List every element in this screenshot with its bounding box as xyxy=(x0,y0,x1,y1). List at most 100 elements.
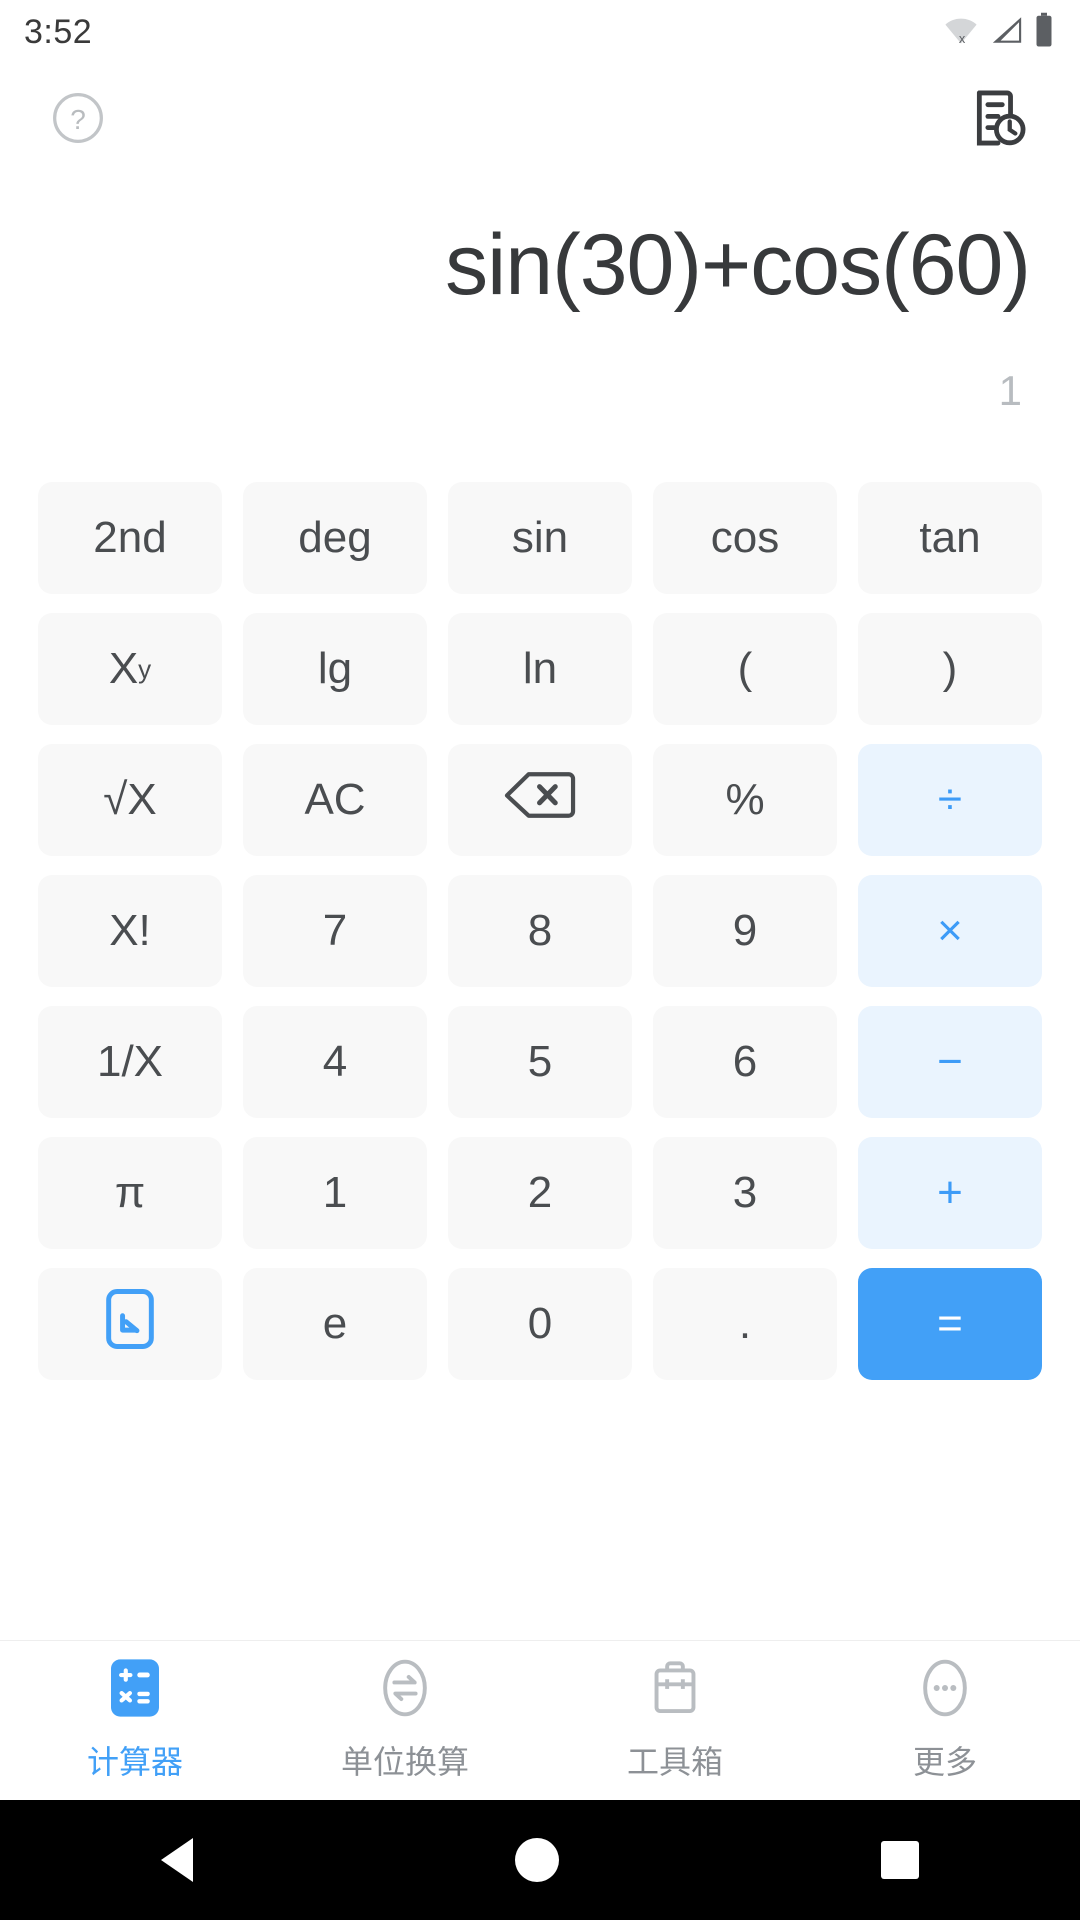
key-factorial[interactable]: X! xyxy=(38,875,222,987)
key-label: deg xyxy=(298,513,372,562)
key-sin[interactable]: sin xyxy=(448,482,632,594)
key-cos[interactable]: cos xyxy=(653,482,837,594)
key-2[interactable]: 2 xyxy=(448,1137,632,1249)
svg-text:x: x xyxy=(959,30,966,45)
key-label: − xyxy=(937,1037,963,1086)
wifi-off-icon: x xyxy=(942,13,980,52)
key-deg[interactable]: deg xyxy=(243,482,427,594)
key-label: ( xyxy=(737,644,753,693)
key-0[interactable]: 0 xyxy=(448,1268,632,1380)
backspace-icon xyxy=(503,770,577,831)
key-4[interactable]: 4 xyxy=(243,1006,427,1118)
key-label: cos xyxy=(710,513,780,562)
key-lg[interactable]: lg xyxy=(243,613,427,725)
key-label: 1/X xyxy=(96,1037,164,1086)
keypad: 2nd deg sin cos tan Xy lg ln () √X AC% ÷ X! 7 8 9 × 1/X 4 5… xyxy=(0,476,1080,1380)
key-label: sin xyxy=(511,513,569,562)
key-ln[interactable]: ln xyxy=(448,613,632,725)
key-pi[interactable]: π xyxy=(38,1137,222,1249)
key-label: ) xyxy=(942,644,958,693)
nav-calculator[interactable]: 计算器 xyxy=(0,1658,270,1783)
calculator-icon xyxy=(108,1658,162,1723)
key-label: X xyxy=(108,644,139,693)
convert-icon xyxy=(378,1658,432,1723)
app-screen: 3:52 x ? sin(30)+cos(60) 1 2nd deg sin c… xyxy=(0,0,1080,1920)
recents-square-icon[interactable] xyxy=(881,1841,919,1879)
nav-label: 工具箱 xyxy=(626,1744,723,1780)
history-document-icon[interactable] xyxy=(966,86,1030,155)
key-label: 8 xyxy=(527,906,553,955)
key-label: π xyxy=(114,1168,146,1217)
status-bar: 3:52 x xyxy=(0,0,1080,64)
nav-toolbox[interactable]: 工具箱 xyxy=(540,1658,810,1783)
cellular-signal-icon xyxy=(990,13,1024,52)
key-9[interactable]: 9 xyxy=(653,875,837,987)
system-navigation-bar xyxy=(0,1800,1080,1920)
action-bar: ? xyxy=(0,64,1080,176)
key-label: 3 xyxy=(732,1168,758,1217)
key-label: 0 xyxy=(527,1299,553,1348)
key-label: AC xyxy=(304,775,366,824)
nav-label: 计算器 xyxy=(86,1744,183,1780)
key-2nd[interactable]: 2nd xyxy=(38,482,222,594)
key-label: 7 xyxy=(322,906,348,955)
key-multiply[interactable]: × xyxy=(858,875,1042,987)
more-dots-icon xyxy=(918,1658,972,1723)
nav-label: 单位换算 xyxy=(340,1744,469,1780)
result-text: 1 xyxy=(998,366,1022,414)
back-triangle-icon[interactable] xyxy=(161,1838,193,1882)
key-label: . xyxy=(738,1299,752,1348)
key-1[interactable]: 1 xyxy=(243,1137,427,1249)
key-collapse-keypad[interactable] xyxy=(38,1268,222,1380)
key-plus[interactable]: + xyxy=(858,1137,1042,1249)
key-label: 5 xyxy=(527,1037,553,1086)
key-e[interactable]: e xyxy=(243,1268,427,1380)
key-label: 2nd xyxy=(93,513,167,562)
key-all-clear[interactable]: AC xyxy=(243,744,427,856)
key-label: X! xyxy=(109,906,151,955)
key-minus[interactable]: − xyxy=(858,1006,1042,1118)
key-decimal[interactable]: . xyxy=(653,1268,837,1380)
key-percent[interactable]: % xyxy=(653,744,837,856)
key-3[interactable]: 3 xyxy=(653,1137,837,1249)
key-power[interactable]: Xy xyxy=(38,613,222,725)
key-tan[interactable]: tan xyxy=(858,482,1042,594)
key-reciprocal[interactable]: 1/X xyxy=(38,1006,222,1118)
key-label: 2 xyxy=(527,1168,553,1217)
key-sqrt[interactable]: √X xyxy=(38,744,222,856)
status-time: 3:52 xyxy=(24,12,93,51)
collapse-arrow-icon xyxy=(105,1288,155,1361)
key-label: tan xyxy=(919,513,981,562)
toolbox-icon xyxy=(648,1658,702,1723)
status-icons: x xyxy=(942,12,1054,53)
calculator-display: sin(30)+cos(60) 1 xyxy=(0,176,1080,476)
key-label: 9 xyxy=(732,906,758,955)
nav-label: 更多 xyxy=(912,1744,977,1780)
key-label: × xyxy=(937,906,963,955)
nav-more[interactable]: 更多 xyxy=(810,1658,1080,1783)
key-label: lg xyxy=(317,644,353,693)
key-open-paren[interactable]: ( xyxy=(653,613,837,725)
key-label: % xyxy=(725,775,765,824)
key-label: ln xyxy=(522,644,558,693)
key-label: 1 xyxy=(322,1168,348,1217)
expression-text[interactable]: sin(30)+cos(60) xyxy=(445,216,1038,315)
key-5[interactable]: 5 xyxy=(448,1006,632,1118)
key-divide[interactable]: ÷ xyxy=(858,744,1042,856)
key-backspace[interactable] xyxy=(448,744,632,856)
home-circle-icon[interactable] xyxy=(515,1838,559,1882)
key-label: + xyxy=(937,1168,963,1217)
key-7[interactable]: 7 xyxy=(243,875,427,987)
key-6[interactable]: 6 xyxy=(653,1006,837,1118)
key-8[interactable]: 8 xyxy=(448,875,632,987)
nav-unit-conversion[interactable]: 单位换算 xyxy=(270,1658,540,1783)
key-label: 4 xyxy=(322,1037,348,1086)
bottom-navigation: 计算器 单位换算 工具箱 更多 xyxy=(0,1640,1080,1800)
battery-full-icon xyxy=(1034,12,1054,53)
key-label: ÷ xyxy=(937,775,963,824)
help-circle-icon[interactable]: ? xyxy=(50,90,106,151)
key-close-paren[interactable]: ) xyxy=(858,613,1042,725)
key-label: e xyxy=(322,1299,348,1348)
svg-text:?: ? xyxy=(70,104,86,135)
key-equals[interactable]: = xyxy=(858,1268,1042,1380)
